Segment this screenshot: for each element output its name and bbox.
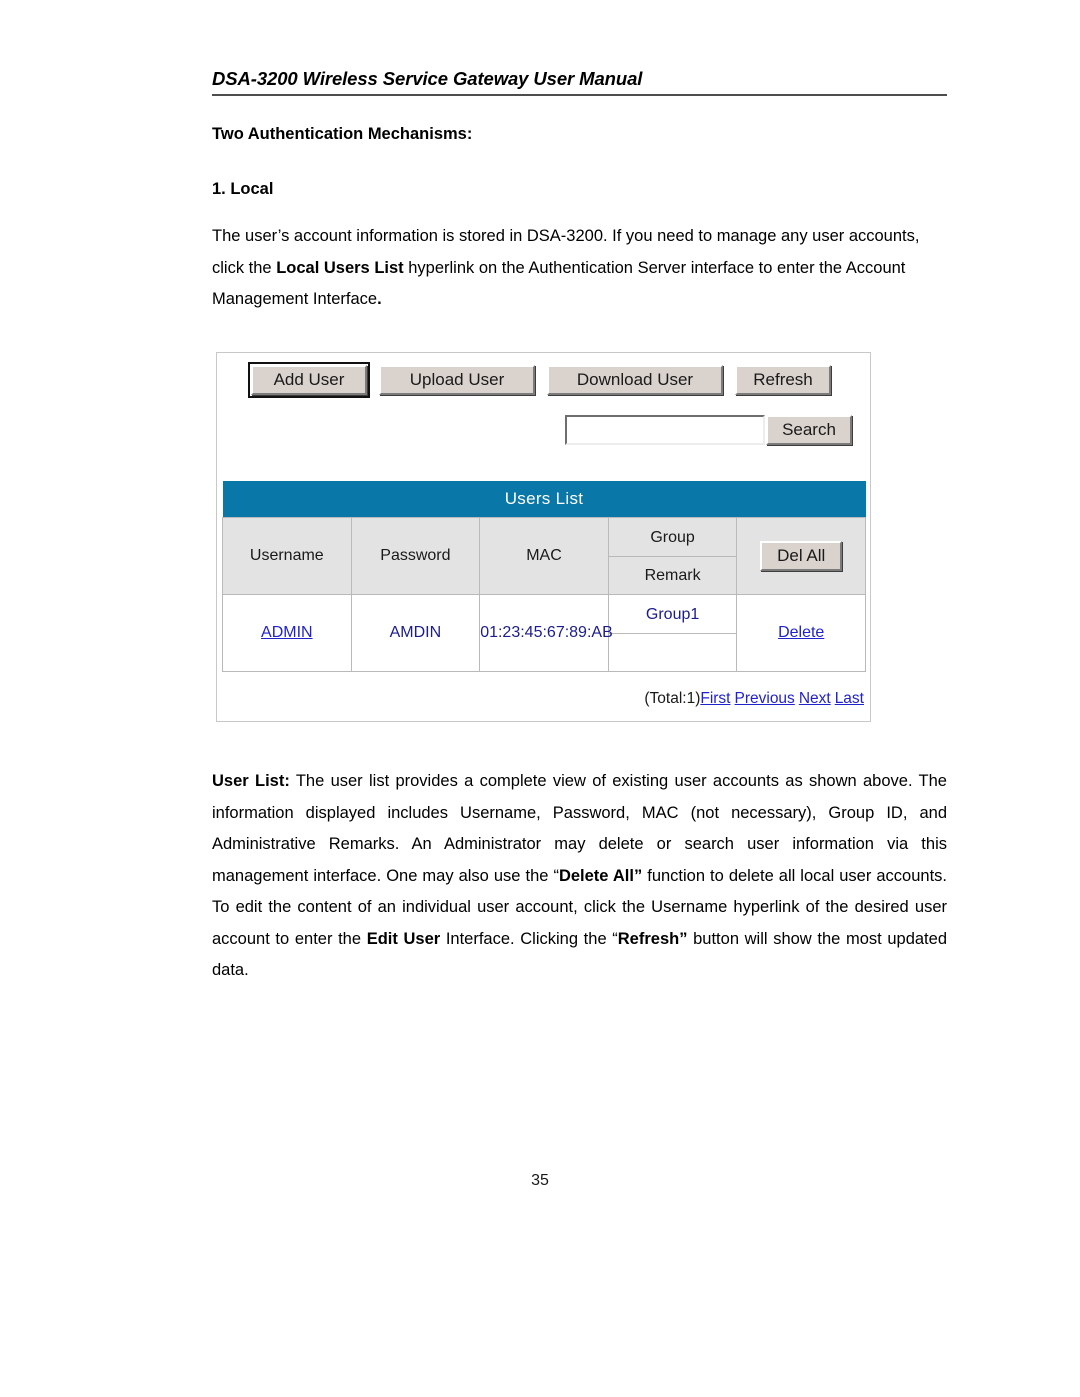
para1-bold-local-users-list: Local Users List: [276, 258, 404, 277]
column-header-remark: Remark: [644, 566, 701, 584]
cell-group: Group1: [608, 596, 737, 634]
para2-bold-delete-all: Delete All”: [558, 866, 643, 885]
column-header-group: Group: [608, 519, 737, 557]
pagination-first-link[interactable]: First: [700, 690, 730, 707]
cell-remark: [609, 634, 737, 671]
users-list-screenshot: Add User Upload User Download User Refre…: [216, 352, 871, 722]
page-content-lower: User List: The user list provides a comp…: [212, 766, 947, 987]
add-user-button[interactable]: Add User: [248, 362, 370, 398]
delete-link[interactable]: Delete: [778, 624, 824, 641]
cell-username: ADMIN: [222, 594, 352, 672]
table-title-row: Users List: [222, 481, 866, 518]
manual-page: DSA-3200 Wireless Service Gateway User M…: [0, 0, 1080, 1397]
cell-password: AMDIN: [350, 594, 481, 672]
table-row: ADMIN AMDIN 01:23:45:67:89:AB Group1 Del…: [222, 594, 866, 672]
page-number: 35: [531, 1172, 549, 1189]
para1-period: .: [377, 290, 382, 308]
section-heading: Two Authentication Mechanisms:: [212, 125, 473, 143]
cell-group-remark: Group1: [607, 594, 738, 672]
page-content: Two Authentication Mechanisms: 1. Local …: [212, 126, 947, 316]
document-header: DSA-3200 Wireless Service Gateway User M…: [212, 68, 947, 96]
column-header-actions: Del All: [736, 517, 866, 595]
para2-bold-refresh: Refresh”: [617, 929, 688, 948]
pagination: (Total:1)First Previous Next Last: [644, 690, 864, 708]
cell-action: Delete: [736, 594, 866, 672]
del-all-button[interactable]: Del All: [760, 541, 843, 571]
running-head-title: DSA-3200 Wireless Service Gateway User M…: [212, 68, 643, 89]
search-area: Search: [565, 415, 852, 445]
pagination-previous-link[interactable]: Previous: [735, 690, 795, 707]
cell-mac: 01:23:45:67:89:AB: [479, 594, 613, 672]
users-list-table: Users List Username Password MAC Group R…: [222, 481, 866, 672]
username-link[interactable]: ADMIN: [261, 624, 313, 641]
column-header-password: Password: [350, 517, 481, 595]
para2-text-c: Interface. Clicking the “: [440, 929, 618, 948]
column-header-mac: MAC: [479, 517, 609, 595]
section-subheading: 1. Local: [212, 179, 274, 198]
paragraph-local-description: The user’s account information is stored…: [212, 221, 947, 316]
search-button[interactable]: Search: [766, 415, 852, 445]
para2-bold-edit-user: Edit User: [366, 929, 441, 948]
figure-toolbar: Add User Upload User Download User Refre…: [248, 362, 831, 398]
upload-user-button[interactable]: Upload User: [379, 365, 535, 395]
download-user-button[interactable]: Download User: [547, 365, 723, 395]
header-rule: [212, 94, 947, 96]
para2-bold-user-list: User List:: [212, 772, 290, 790]
column-header-group-remark: Group Remark: [607, 517, 738, 595]
column-header-username: Username: [222, 517, 352, 595]
pagination-last-link[interactable]: Last: [835, 690, 864, 707]
users-list-title: Users List: [222, 481, 866, 518]
table-header-row: Username Password MAC Group Remark Del A…: [222, 517, 866, 595]
pagination-total: (Total:1): [644, 690, 701, 707]
search-input[interactable]: [565, 415, 765, 445]
paragraph-user-list-description: User List: The user list provides a comp…: [212, 766, 947, 987]
pagination-next-link[interactable]: Next: [799, 690, 831, 707]
refresh-button[interactable]: Refresh: [735, 365, 831, 395]
